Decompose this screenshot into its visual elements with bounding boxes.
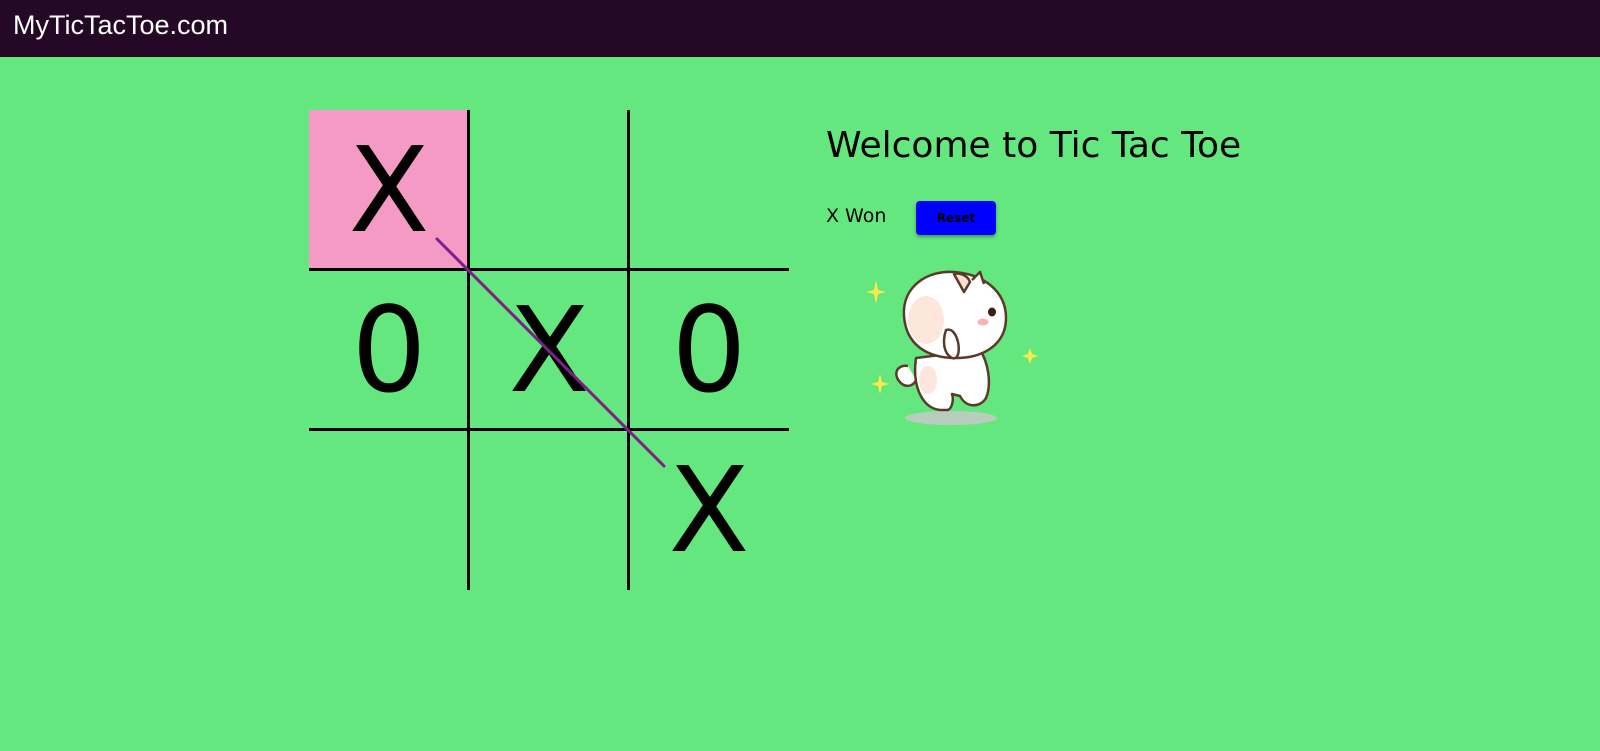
board-cell-2[interactable]	[469, 110, 629, 270]
grid-line-horizontal-1	[309, 268, 789, 271]
grid-line-horizontal-2	[309, 428, 789, 431]
board-cell-7[interactable]	[309, 430, 469, 590]
game-status: X Won	[826, 205, 887, 227]
reset-button[interactable]: Reset	[916, 201, 996, 235]
board-cell-4[interactable]: 0	[309, 270, 469, 430]
brand-link[interactable]: MyTicTacToe.com	[13, 8, 228, 42]
board-cell-3[interactable]	[629, 110, 789, 270]
top-navbar: MyTicTacToe.com	[0, 0, 1600, 57]
board-cell-5[interactable]: X	[469, 270, 629, 430]
happy-cat-image	[866, 270, 1038, 425]
game-board: X 0 X 0 X	[309, 110, 789, 590]
grid-line-vertical-2	[627, 110, 630, 590]
page-title: Welcome to Tic Tac Toe	[826, 125, 1242, 166]
status-row: X Won Reset	[826, 201, 1226, 237]
side-panel: Welcome to Tic Tac Toe X Won Reset	[826, 118, 1242, 425]
board-cell-8[interactable]	[469, 430, 629, 590]
board-cell-6[interactable]: 0	[629, 270, 789, 430]
grid-line-vertical-1	[467, 110, 470, 590]
board-cell-9[interactable]: X	[629, 430, 789, 590]
board-cell-1[interactable]: X	[309, 110, 469, 270]
